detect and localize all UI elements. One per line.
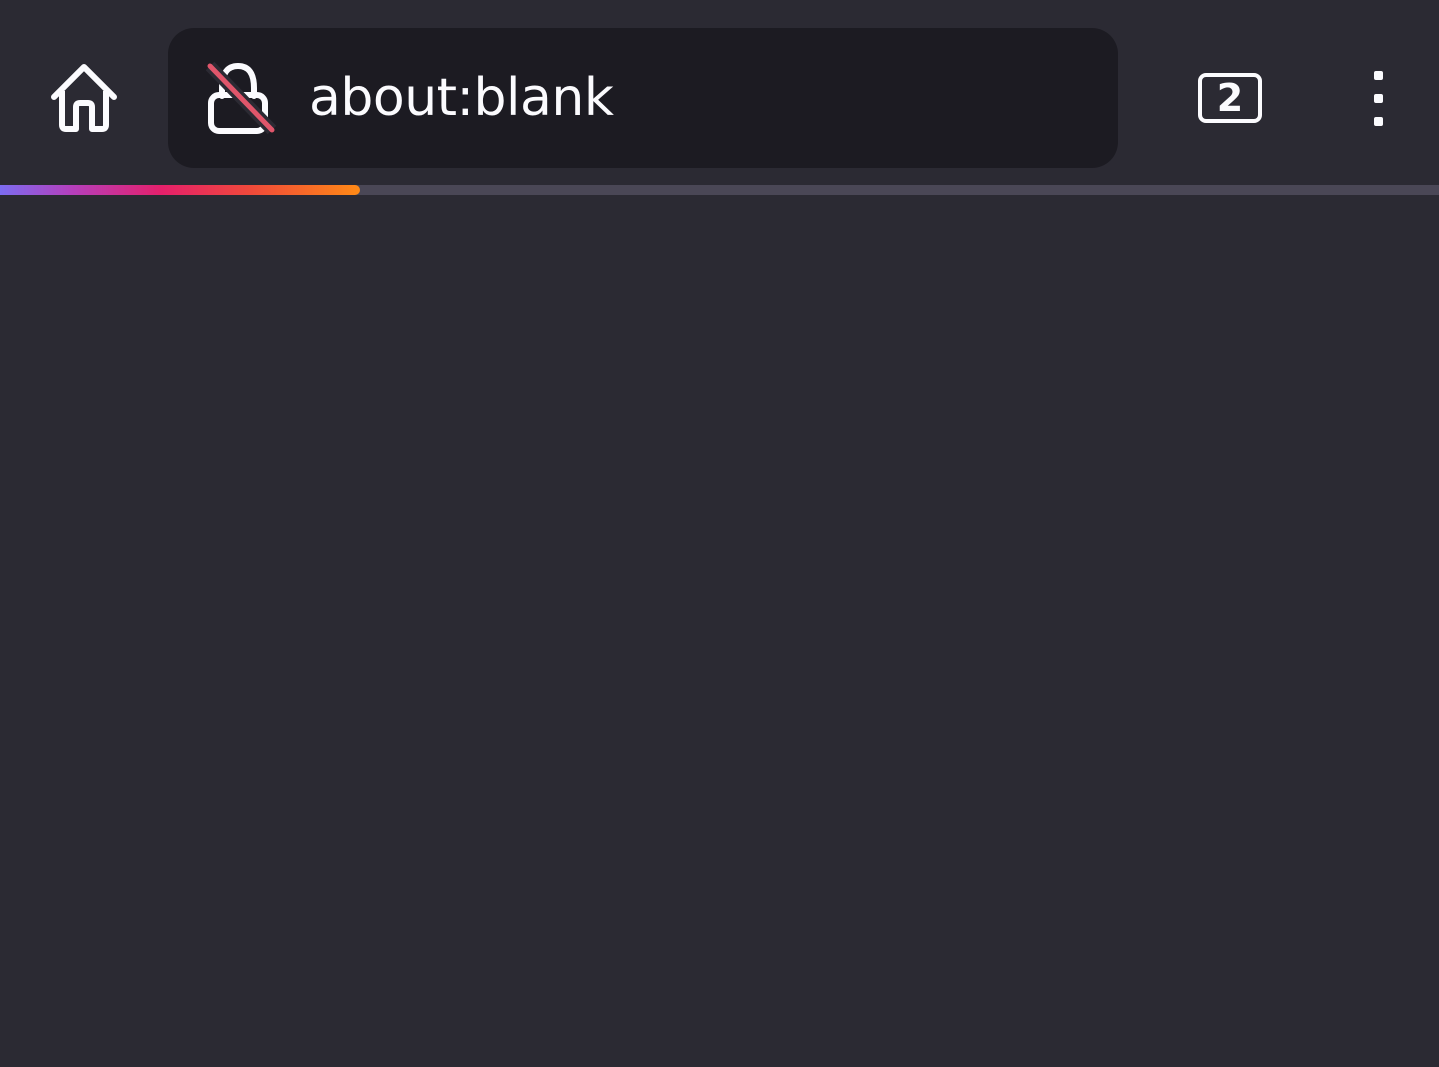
page-load-progress-bar <box>0 185 1439 195</box>
url-text[interactable]: about:blank <box>309 28 614 168</box>
page-load-progress-fill <box>0 185 360 195</box>
browser-toolbar: about:blank 2 <box>0 0 1439 186</box>
url-bar[interactable]: about:blank <box>168 28 1118 168</box>
menu-button[interactable] <box>1350 58 1406 138</box>
home-icon <box>51 64 117 132</box>
page-content[interactable] <box>0 195 1439 1067</box>
insecure-lock-icon[interactable] <box>206 62 278 136</box>
tabs-counter-button[interactable]: 2 <box>1180 58 1280 138</box>
kebab-menu-icon <box>1373 64 1383 133</box>
tab-count: 2 <box>1216 76 1244 120</box>
tabs-counter-icon: 2 <box>1198 73 1262 123</box>
home-button[interactable] <box>36 52 132 144</box>
